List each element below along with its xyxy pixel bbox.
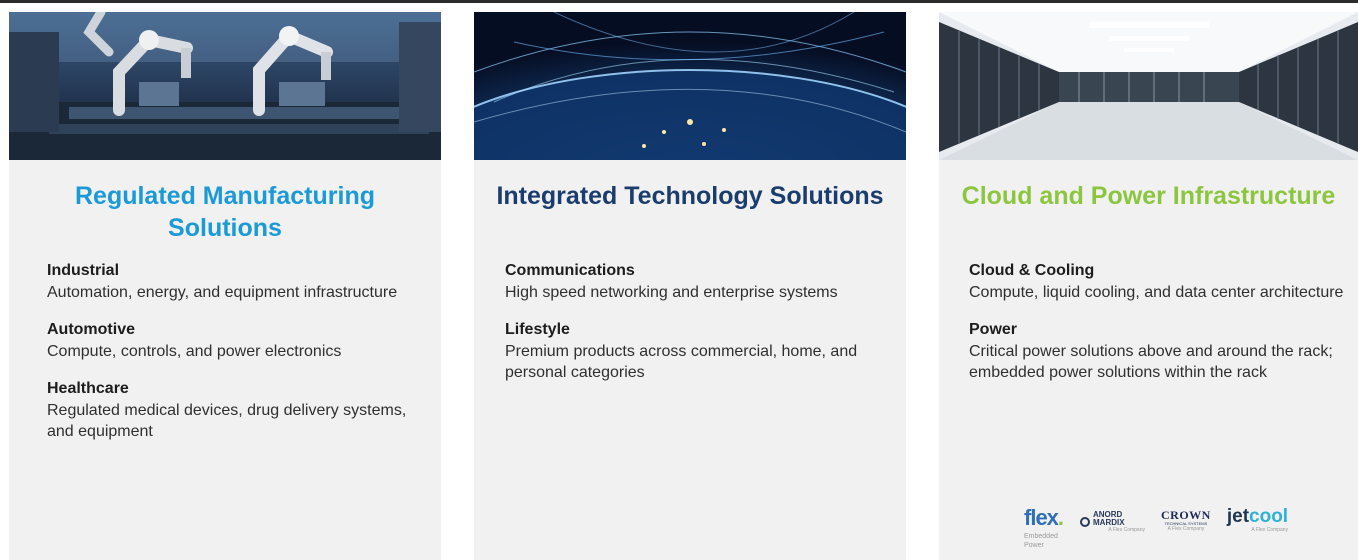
- crown-wordmark: CROWN: [1161, 508, 1211, 522]
- card-regulated-manufacturing: Regulated Manufacturing Solutions Indust…: [9, 12, 441, 560]
- section-title: Industrial: [47, 262, 120, 279]
- section-title: Healthcare: [47, 380, 129, 397]
- section-title: Power: [969, 321, 1018, 338]
- section-body: Premium products across commercial, home…: [505, 343, 858, 381]
- section-industrial: Industrial Automation, energy, and equip…: [47, 260, 427, 303]
- section-power: Power Critical power solutions above and…: [969, 319, 1344, 383]
- section-body: Automation, energy, and equipment infras…: [47, 284, 398, 301]
- crown-logo: CROWN TECHNICAL SYSTEMS A Flex Company: [1161, 509, 1211, 532]
- section-body: Regulated medical devices, drug delivery…: [47, 402, 407, 440]
- globe-network-image: [474, 12, 906, 160]
- flex-dot: .: [1057, 505, 1064, 530]
- section-body: High speed networking and enterprise sys…: [505, 284, 838, 301]
- card-title: Cloud and Power Infrastructure: [961, 182, 1336, 210]
- flex-subtitle: Embedded Power: [1024, 533, 1058, 549]
- section-list: Industrial Automation, energy, and equip…: [47, 260, 427, 458]
- section-healthcare: Healthcare Regulated medical devices, dr…: [47, 378, 427, 442]
- anord-mardix-logo: ANORD MARDIX A Flex Company: [1080, 511, 1145, 533]
- card-title: Integrated Technology Solutions: [496, 182, 884, 210]
- section-body: Compute, liquid cooling, and data center…: [969, 284, 1344, 301]
- card-integrated-technology: Integrated Technology Solutions Communic…: [474, 12, 906, 560]
- anord-tagline: A Flex Company: [1108, 527, 1145, 533]
- anord-wordmark: ANORD MARDIX: [1093, 510, 1125, 527]
- card-cloud-power: Cloud and Power Infrastructure Cloud & C…: [939, 12, 1358, 560]
- robotic-arms-image: [9, 12, 441, 160]
- section-body: Critical power solutions above and aroun…: [969, 343, 1333, 381]
- anord-ring-icon: [1080, 517, 1090, 527]
- section-title: Automotive: [47, 321, 135, 338]
- jetcool-logo: jetcool A Flex Company: [1226, 506, 1289, 534]
- section-list: Communications High speed networking and…: [505, 260, 892, 399]
- jetcool-jet: jet: [1226, 506, 1250, 527]
- section-communications: Communications High speed networking and…: [505, 260, 892, 303]
- top-rule: [0, 0, 1358, 3]
- flex-logo: flex. Embedded Power: [1024, 507, 1064, 550]
- data-center-image: [939, 12, 1358, 160]
- section-cloud-cooling: Cloud & Cooling Compute, liquid cooling,…: [969, 260, 1344, 303]
- section-list: Cloud & Cooling Compute, liquid cooling,…: [969, 260, 1344, 399]
- section-body: Compute, controls, and power electronics: [47, 343, 342, 360]
- section-title: Cloud & Cooling: [969, 262, 1095, 279]
- jetcool-cool: cool: [1249, 506, 1289, 527]
- crown-tagline: A Flex Company: [1167, 526, 1205, 532]
- brand-logos: flex. Embedded Power ANORD MARDIX A Flex…: [1024, 507, 1288, 550]
- section-lifestyle: Lifestyle Premium products across commer…: [505, 319, 892, 383]
- section-title: Communications: [505, 262, 635, 279]
- jetcool-tagline: A Flex Company: [1251, 527, 1289, 533]
- section-title: Lifestyle: [505, 321, 570, 338]
- section-automotive: Automotive Compute, controls, and power …: [47, 319, 427, 362]
- flex-wordmark: flex: [1024, 505, 1059, 530]
- card-title: Regulated Manufacturing Solutions: [74, 182, 375, 242]
